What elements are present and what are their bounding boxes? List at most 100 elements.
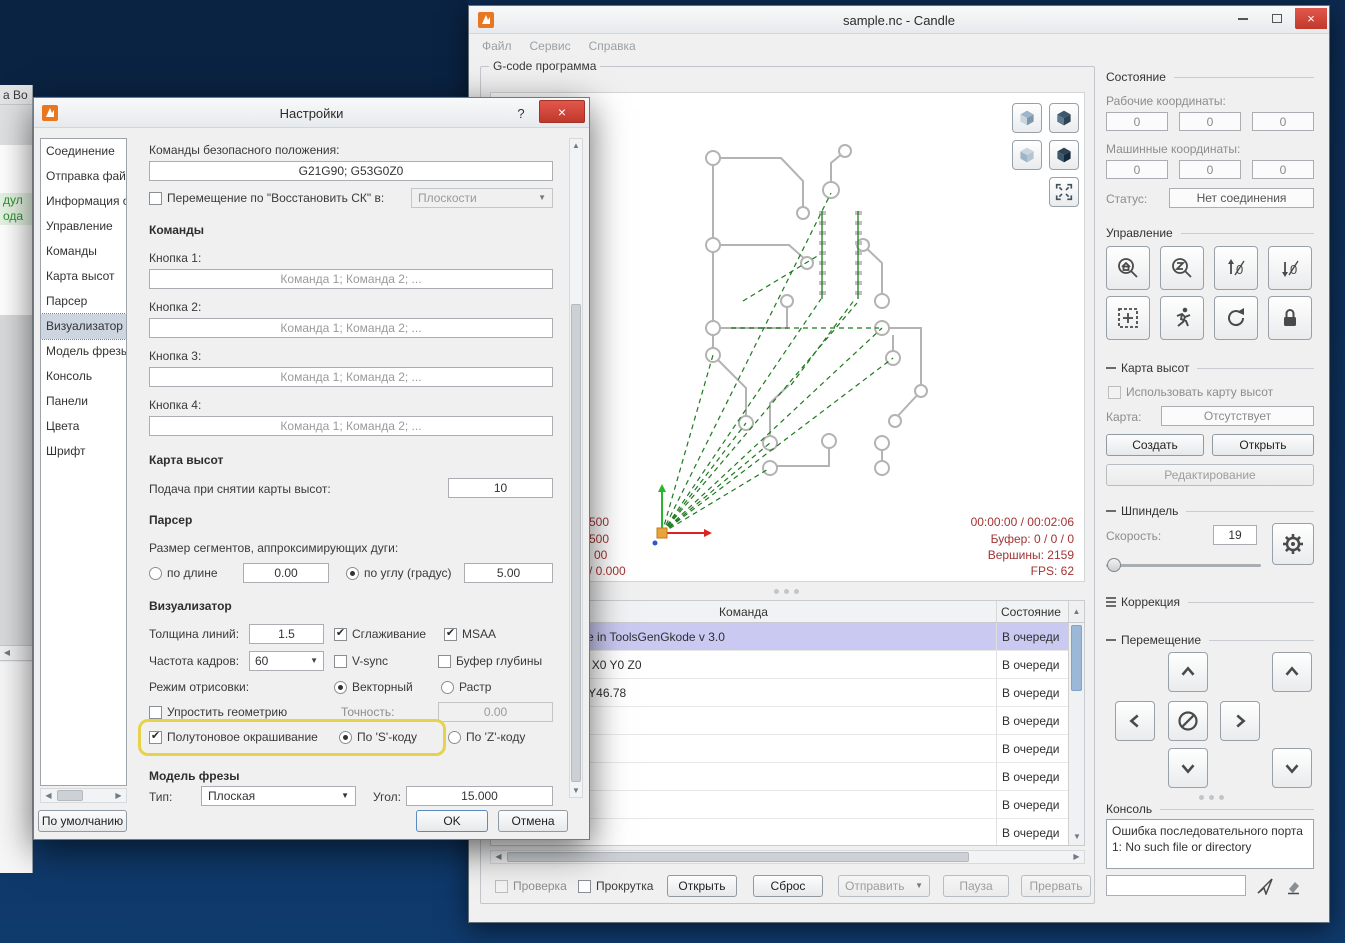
restore-plane-combo[interactable]: Плоскости ▼ bbox=[411, 188, 553, 208]
category-visualizer[interactable]: Визуализатор bbox=[41, 313, 126, 340]
category-control[interactable]: Управление bbox=[41, 214, 126, 239]
by-length-radio[interactable]: по длине bbox=[149, 566, 218, 580]
home-button[interactable] bbox=[1106, 246, 1150, 290]
heightmap-heading[interactable]: Карта высот bbox=[1106, 361, 1314, 375]
jog-y-plus-button[interactable] bbox=[1168, 652, 1208, 692]
jog-heading[interactable]: Перемещение bbox=[1106, 633, 1314, 647]
button2-input[interactable]: Команда 1; Команда 2; ... bbox=[149, 318, 553, 338]
collapse-icon[interactable] bbox=[1106, 510, 1116, 512]
settings-scrollbar[interactable]: ▲ ▼ bbox=[569, 138, 583, 798]
category-information[interactable]: Информация о bbox=[41, 189, 126, 214]
console-input[interactable] bbox=[1106, 875, 1246, 896]
help-button[interactable]: ? bbox=[509, 103, 533, 123]
msaa-checkbox[interactable]: ✔ MSAA bbox=[444, 627, 496, 641]
expand-panel-icon[interactable] bbox=[1106, 597, 1116, 607]
ok-button[interactable]: OK bbox=[416, 810, 488, 832]
table-scroll-down-icon[interactable]: ▼ bbox=[1069, 831, 1084, 843]
by-z-code-radio[interactable]: По 'Z'-коду bbox=[448, 730, 525, 744]
edit-map-button[interactable]: Редактирование bbox=[1106, 464, 1314, 486]
line-width-input[interactable]: 1.5 bbox=[249, 624, 324, 644]
slider-thumb[interactable] bbox=[1107, 558, 1121, 572]
view-front-button[interactable] bbox=[1012, 140, 1042, 170]
scroll-down-icon[interactable]: ▼ bbox=[570, 784, 582, 797]
scroll-left-icon[interactable]: ◀ bbox=[491, 851, 506, 863]
create-map-button[interactable]: Создать bbox=[1106, 434, 1204, 456]
autoscroll-checkbox[interactable]: Прокрутка bbox=[578, 879, 653, 893]
jog-x-minus-button[interactable] bbox=[1115, 701, 1155, 741]
view-top-button[interactable] bbox=[1012, 103, 1042, 133]
soft-reset-button[interactable] bbox=[1214, 296, 1258, 340]
open-map-button[interactable]: Открыть bbox=[1212, 434, 1314, 456]
grayscale-checkbox[interactable]: ✔ Полутоновое окрашивание bbox=[149, 730, 318, 744]
dialog-titlebar[interactable]: Настройки ? × bbox=[34, 98, 589, 128]
defaults-button[interactable]: По умолчанию bbox=[38, 810, 127, 832]
zero-xy-button[interactable]: 0 bbox=[1214, 246, 1258, 290]
category-colors[interactable]: Цвета bbox=[41, 414, 126, 439]
scroll-left-icon[interactable]: ◀ bbox=[41, 789, 56, 802]
collapse-icon[interactable] bbox=[1106, 367, 1116, 369]
category-scrollbar[interactable]: ◀ ▶ bbox=[40, 788, 127, 803]
cancel-button[interactable]: Отмена bbox=[498, 810, 568, 832]
category-parser[interactable]: Парсер bbox=[41, 289, 126, 314]
zero-z-button[interactable]: 0 bbox=[1268, 246, 1312, 290]
menu-service[interactable]: Сервис bbox=[521, 34, 580, 58]
table-horizontal-scrollbar[interactable]: ◀ ▶ bbox=[490, 850, 1085, 864]
safe-commands-input[interactable]: G21G90; G53G0Z0 bbox=[149, 161, 553, 181]
tool-angle-input[interactable]: 15.000 bbox=[406, 786, 553, 806]
category-tool-model[interactable]: Модель фрезы bbox=[41, 339, 126, 364]
category-panels[interactable]: Панели bbox=[41, 389, 126, 414]
send-dropdown-icon[interactable]: ▼ bbox=[915, 882, 923, 890]
antialiasing-checkbox[interactable]: ✔ Сглаживание bbox=[334, 627, 426, 641]
restore-origin-button[interactable] bbox=[1106, 296, 1150, 340]
scroll-up-icon[interactable]: ▲ bbox=[570, 139, 582, 152]
vsync-checkbox[interactable]: V-sync bbox=[334, 654, 388, 668]
menu-help[interactable]: Справка bbox=[580, 34, 645, 58]
jog-z-minus-button[interactable] bbox=[1272, 748, 1312, 788]
use-heightmap-checkbox[interactable]: Использовать карту высот bbox=[1108, 385, 1273, 399]
safe-position-button[interactable] bbox=[1160, 296, 1204, 340]
collapse-icon[interactable] bbox=[1106, 639, 1116, 641]
jog-y-minus-button[interactable] bbox=[1168, 748, 1208, 788]
jog-z-plus-button[interactable] bbox=[1272, 652, 1312, 692]
category-console[interactable]: Консоль bbox=[41, 364, 126, 389]
probe-button[interactable] bbox=[1160, 246, 1204, 290]
angle-segments-input[interactable]: 5.00 bbox=[464, 563, 553, 583]
category-heightmap[interactable]: Карта высот bbox=[41, 264, 126, 289]
open-file-button[interactable]: Открыть bbox=[667, 875, 737, 897]
category-connection[interactable]: Соединение bbox=[41, 139, 126, 164]
precision-input[interactable]: 0.00 bbox=[438, 702, 553, 722]
by-s-code-radio[interactable]: По 'S'-коду bbox=[339, 730, 417, 744]
probe-feed-input[interactable]: 10 bbox=[448, 478, 553, 498]
jog-x-plus-button[interactable] bbox=[1220, 701, 1260, 741]
console-send-button[interactable] bbox=[1254, 876, 1276, 896]
scroll-right-icon[interactable]: ▶ bbox=[111, 789, 126, 802]
scroll-thumb[interactable] bbox=[571, 304, 581, 782]
table-scroll-up-icon[interactable]: ▲ bbox=[1068, 601, 1084, 622]
scroll-thumb[interactable] bbox=[507, 852, 969, 862]
raster-radio[interactable]: Растр bbox=[441, 680, 491, 694]
category-font[interactable]: Шрифт bbox=[41, 439, 126, 464]
spindle-speed-slider[interactable] bbox=[1106, 557, 1261, 573]
spindle-heading[interactable]: Шпиндель bbox=[1106, 504, 1314, 518]
correction-heading[interactable]: Коррекция bbox=[1106, 595, 1314, 609]
simplify-geometry-checkbox[interactable]: Упростить геометрию bbox=[149, 705, 287, 719]
depth-buffer-checkbox[interactable]: Буфер глубины bbox=[438, 654, 542, 668]
category-file-sending[interactable]: Отправка файл bbox=[41, 164, 126, 189]
dialog-close-button[interactable]: × bbox=[539, 100, 585, 123]
console-output[interactable]: Ошибка последовательного порта 1: No suc… bbox=[1106, 819, 1314, 869]
spindle-speed-value[interactable]: 19 bbox=[1213, 525, 1257, 545]
panel-splitter-handle[interactable] bbox=[1166, 793, 1256, 801]
splitter-handle[interactable] bbox=[741, 587, 831, 595]
fit-view-button[interactable] bbox=[1049, 177, 1079, 207]
fps-combo[interactable]: 60 ▼ bbox=[249, 651, 324, 671]
category-commands[interactable]: Команды bbox=[41, 239, 126, 264]
unlock-button[interactable] bbox=[1268, 296, 1312, 340]
button4-input[interactable]: Команда 1; Команда 2; ... bbox=[149, 416, 553, 436]
bg-scroll-left-icon[interactable]: ◀ bbox=[0, 646, 14, 660]
reset-button[interactable]: Сброс bbox=[753, 875, 823, 897]
scroll-thumb[interactable] bbox=[57, 790, 83, 801]
scroll-right-icon[interactable]: ▶ bbox=[1069, 851, 1084, 863]
check-mode-checkbox[interactable]: Проверка bbox=[495, 879, 567, 893]
button3-input[interactable]: Команда 1; Команда 2; ... bbox=[149, 367, 553, 387]
view-side-button[interactable] bbox=[1049, 140, 1079, 170]
